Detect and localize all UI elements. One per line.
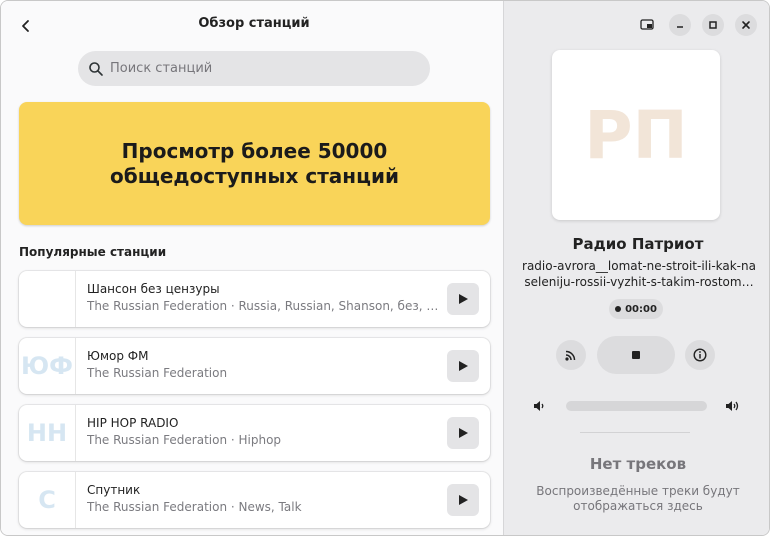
volume-high-button[interactable] [724,398,740,417]
app-window: Обзор станций Просмотр более 50000 общед… [0,0,770,536]
divider [580,432,690,433]
minimize-icon [677,26,683,28]
close-button[interactable] [735,14,757,36]
elapsed-time-badge: 00:00 [609,299,663,319]
play-icon [459,495,468,505]
play-button[interactable] [447,350,479,382]
station-thumbnail: HH [19,405,76,461]
station-name: HIP HOP RADIO [87,416,179,430]
volume-low-icon [534,401,544,411]
volume-low-button[interactable] [532,398,546,417]
stop-icon [632,351,640,359]
search-bar[interactable] [78,51,430,86]
picture-in-picture-icon [640,19,654,30]
cast-icon [565,350,576,361]
play-button[interactable] [447,283,479,315]
station-row[interactable]: С Спутник The Russian Federation · News,… [19,472,490,528]
volume-slider[interactable] [566,401,707,411]
page-title: Обзор станций [198,16,310,31]
history-empty-text: Воспроизведённые треки будут отображатьс… [536,484,740,513]
volume-control [532,397,740,415]
now-playing-station: Радио Патриот [572,235,704,253]
info-button[interactable] [685,340,715,370]
station-row[interactable]: ЮФ Юмор ФМ The Russian Federation [19,338,490,394]
play-icon [459,294,468,304]
station-cover: РП [552,50,720,220]
info-icon [693,348,707,362]
station-name: Шансон без цензуры [87,282,220,296]
station-meta: The Russian Federation · News, Talk [87,500,302,514]
minimize-button[interactable] [669,14,691,36]
play-button[interactable] [447,417,479,449]
section-title-popular: Популярные станции [19,245,167,259]
discover-banner[interactable]: Просмотр более 50000 общедоступных станц… [19,102,490,225]
station-meta: The Russian Federation · Russia, Russian… [87,299,439,313]
search-icon [89,61,103,76]
search-input[interactable] [110,61,410,76]
browse-pane: Обзор станций Просмотр более 50000 общед… [1,1,503,535]
play-icon [459,428,468,438]
cast-button[interactable] [556,340,586,370]
history-empty-title: Нет треков [589,455,687,473]
volume-high-icon [726,401,739,411]
recording-dot-icon [615,306,622,312]
play-button[interactable] [447,484,479,516]
station-meta: The Russian Federation [87,366,228,380]
stop-button[interactable] [597,336,675,374]
play-icon [459,361,468,371]
close-icon [742,21,750,29]
player-pane: РП Радио Патриот radio-avrora__lomat-ne-… [503,1,769,535]
station-name: Спутник [87,483,141,497]
elapsed-time: 00:00 [625,303,657,315]
window-controls [636,14,757,36]
banner-text: Просмотр более 50000 общедоступных станц… [110,138,399,188]
station-name: Юмор ФМ [87,349,149,363]
station-row[interactable]: HH HIP HOP RADIO The Russian Federation … [19,405,490,461]
station-thumbnail: С [19,472,76,528]
station-meta: The Russian Federation · Hiphop [87,433,282,447]
maximize-button[interactable] [702,14,724,36]
maximize-icon [709,21,717,29]
station-row[interactable]: Шансон без цензуры The Russian Federatio… [19,271,490,327]
now-playing-track: radio-avrora__lomat-ne-stroit-ili-kak-na… [522,259,756,289]
mini-player-button[interactable] [636,14,658,36]
station-thumbnail: ЮФ [19,338,76,394]
station-thumbnail [19,271,76,327]
